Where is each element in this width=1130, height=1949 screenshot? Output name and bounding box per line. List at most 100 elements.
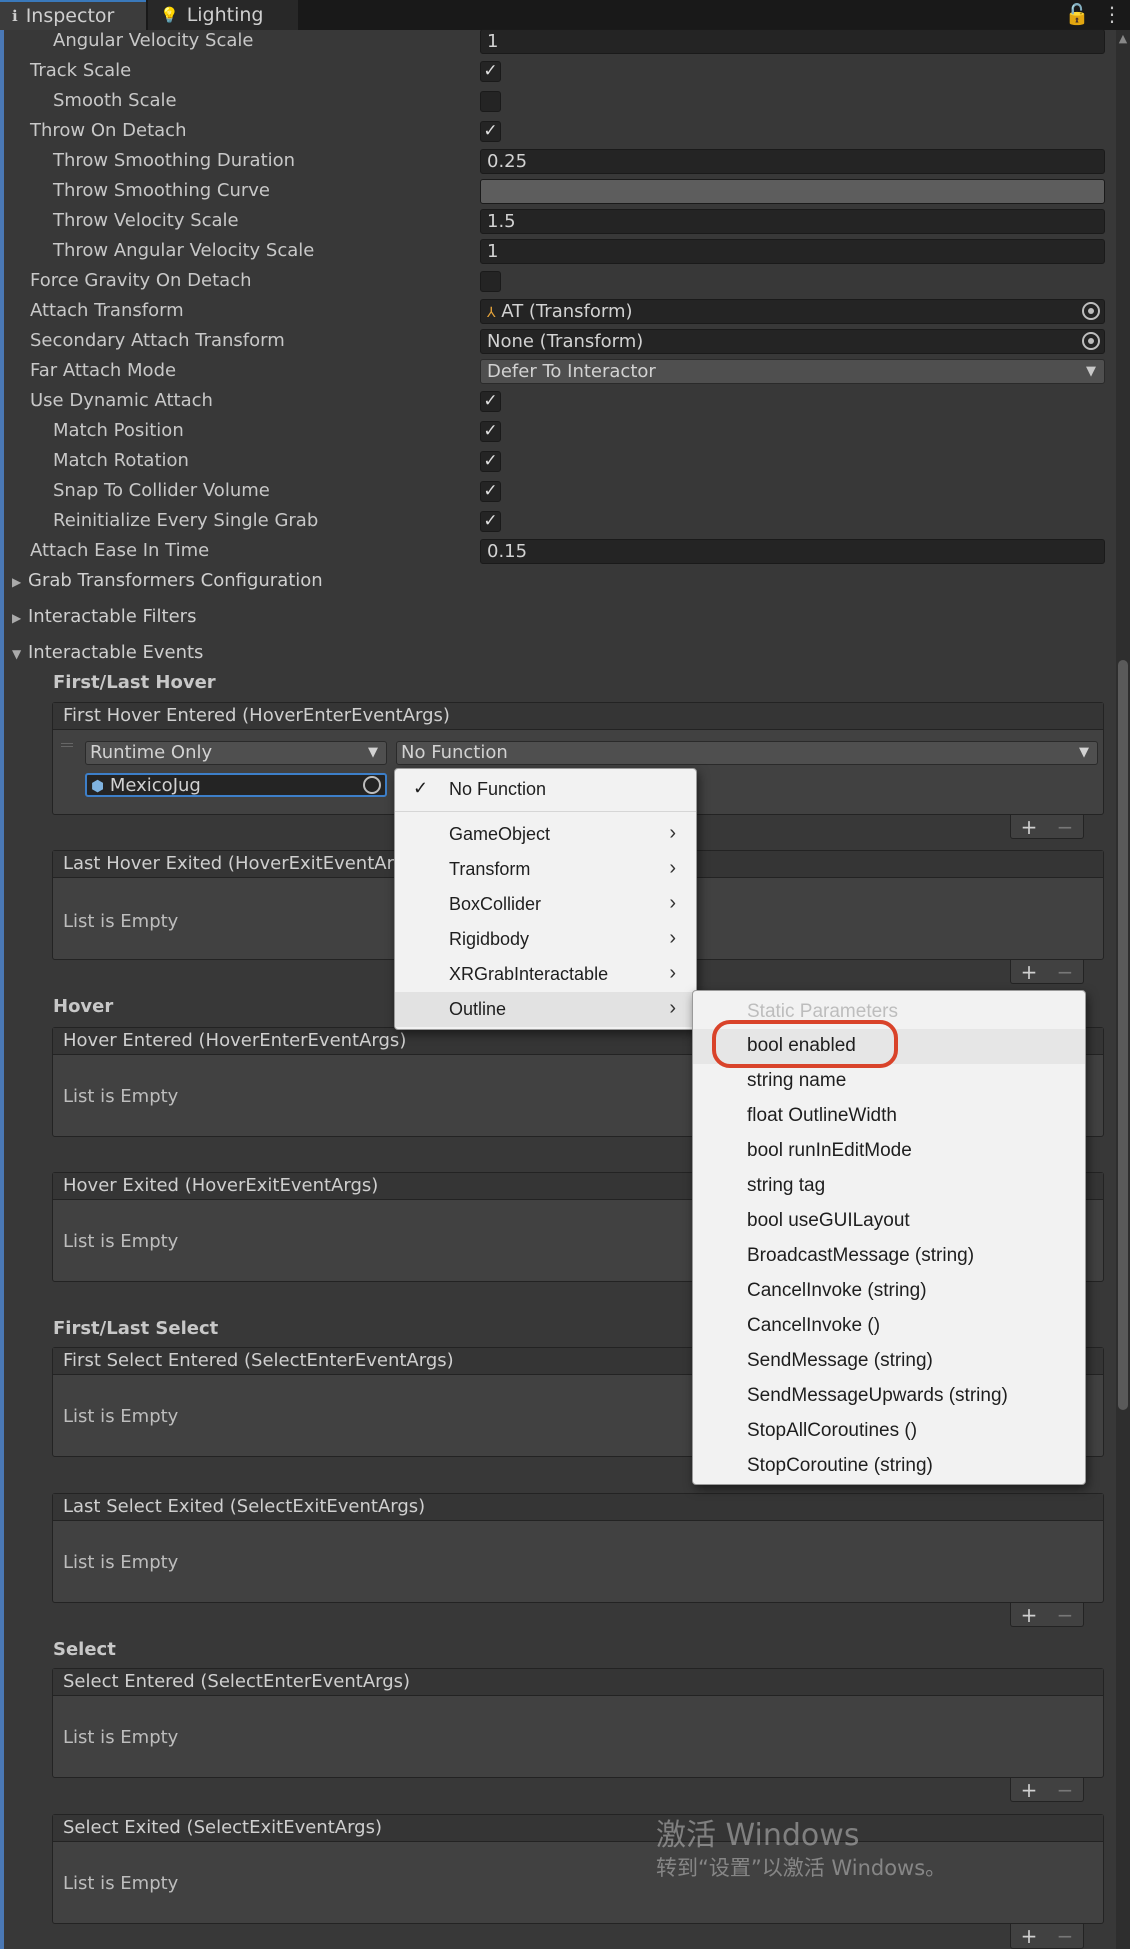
reinitialize-every-single-grab-checkbox[interactable]: ✓ [480,511,501,532]
secondary-attach-transform-label: Secondary Attach Transform [30,330,285,351]
kebab-menu-icon[interactable]: ⋮ [1102,2,1122,26]
submenu-item-stopallcoroutines[interactable]: StopAllCoroutines () [693,1414,1085,1449]
add-listener-button[interactable]: + [1021,1778,1038,1802]
throw-on-detach-checkbox[interactable]: ✓ [480,121,501,142]
add-listener-button[interactable]: + [1021,815,1038,839]
throw-angular-velocity-scale-field[interactable]: 1 [480,239,1105,264]
menu-item-transform[interactable]: Transform › [395,852,696,887]
submenu-item-float-outlinewidth[interactable]: float OutlineWidth [693,1099,1085,1134]
remove-listener-button[interactable]: − [1057,815,1074,839]
tab-inspector[interactable]: ℹ Inspector [0,0,146,30]
interactable-filters-label: Interactable Filters [28,606,197,627]
add-listener-button[interactable]: + [1021,960,1038,984]
throw-smoothing-duration-label: Throw Smoothing Duration [53,150,296,171]
submenu-item-cancelinvoke[interactable]: CancelInvoke () [693,1309,1085,1344]
scrollbar-thumb[interactable] [1118,660,1128,1410]
secondary-attach-transform-field[interactable]: None (Transform) [480,329,1105,354]
menu-item-xrgrabinteractable[interactable]: XRGrabInteractable › [395,957,696,992]
smooth-scale-checkbox[interactable] [480,91,501,112]
attach-transform-value: AT (Transform) [501,301,633,322]
submenu-item-stopcoroutine[interactable]: StopCoroutine (string) [693,1449,1085,1484]
remove-listener-button[interactable]: − [1057,960,1074,984]
menu-item-outline[interactable]: Outline › [395,992,696,1027]
match-position-label: Match Position [53,420,184,441]
select-entered-event: Select Entered (SelectEnterEventArgs) Li… [52,1668,1104,1778]
far-attach-mode-dropdown[interactable]: Defer To Interactor ▼ [480,359,1105,384]
event-header: Select Entered (SelectEnterEventArgs) [53,1669,1103,1696]
match-rotation-checkbox[interactable]: ✓ [480,451,501,472]
grab-transformers-foldout[interactable]: ▶ Grab Transformers Configuration [12,570,323,591]
object-picker-icon[interactable] [363,776,381,794]
throw-smoothing-duration-field[interactable]: 0.25 [480,149,1105,174]
activation-watermark-subtitle: 转到“设置”以激活 Windows。 [656,1856,947,1880]
object-picker-icon[interactable] [1082,332,1100,350]
use-dynamic-attach-checkbox[interactable]: ✓ [480,391,501,412]
interactable-filters-foldout[interactable]: ▶ Interactable Filters [12,606,196,627]
last-select-exited-event: Last Select Exited (SelectExitEventArgs)… [52,1493,1104,1603]
interactable-events-foldout[interactable]: ▼ Interactable Events [12,642,203,663]
function-dropdown[interactable]: No Function ▼ [396,741,1098,765]
tab-inspector-label: Inspector [25,5,115,27]
angular-velocity-scale-field[interactable]: 1 [480,29,1105,54]
submenu-item-string-name[interactable]: string name [693,1064,1085,1099]
hover-heading: Hover [53,996,114,1017]
throw-angular-velocity-scale-label: Throw Angular Velocity Scale [53,240,315,261]
remove-listener-button[interactable]: − [1057,1924,1074,1948]
track-scale-label: Track Scale [30,60,132,81]
menu-item-rigidbody[interactable]: Rigidbody › [395,922,696,957]
match-position-checkbox[interactable]: ✓ [480,421,501,442]
runtime-mode-dropdown[interactable]: Runtime Only ▼ [85,741,387,765]
far-attach-mode-value: Defer To Interactor [487,361,656,382]
remove-listener-button[interactable]: − [1057,1603,1074,1627]
attach-ease-in-time-label: Attach Ease In Time [30,540,210,561]
empty-list-text: List is Empty [63,1406,179,1427]
throw-smoothing-curve-field[interactable] [480,179,1105,204]
force-gravity-on-detach-label: Force Gravity On Detach [30,270,252,291]
chevron-right-icon: › [669,822,676,844]
submenu-item-cancelinvoke-string[interactable]: CancelInvoke (string) [693,1274,1085,1309]
chevron-right-icon: › [669,997,676,1019]
gameobject-cube-icon: ⬢ [91,777,105,795]
add-listener-button[interactable]: + [1021,1924,1038,1948]
target-object-value: MexicoJug [109,775,201,796]
throw-on-detach-label: Throw On Detach [30,120,187,141]
activation-watermark-title: 激活 Windows [656,1818,860,1853]
snap-to-collider-volume-checkbox[interactable]: ✓ [480,481,501,502]
submenu-item-bool-useguilayout[interactable]: bool useGUILayout [693,1204,1085,1239]
scroll-up-arrow-icon[interactable]: ▲ [1116,32,1130,46]
empty-list-text: List is Empty [63,1231,179,1252]
secondary-attach-transform-value: None (Transform) [487,331,644,352]
select-entered-list-buttons: + − [1010,1778,1084,1802]
menu-item-boxcollider[interactable]: BoxCollider › [395,887,696,922]
event-header: Select Exited (SelectExitEventArgs) [53,1815,1103,1842]
menu-item-gameobject[interactable]: GameObject › [395,817,696,852]
runtime-mode-value: Runtime Only [90,742,213,763]
function-menu: ✓ No Function GameObject › Transform › B… [394,768,697,1030]
select-heading: Select [53,1639,116,1660]
submenu-item-bool-runineditmode[interactable]: bool runInEditMode [693,1134,1085,1169]
chevron-right-icon: › [669,927,676,949]
empty-list-text: List is Empty [63,1873,179,1894]
checkmark-icon: ✓ [413,778,429,798]
empty-list-text: List is Empty [63,1086,179,1107]
throw-velocity-scale-field[interactable]: 1.5 [480,209,1105,234]
force-gravity-on-detach-checkbox[interactable] [480,271,501,292]
attach-ease-in-time-field[interactable]: 0.15 [480,539,1105,564]
last-select-exited-list-buttons: + − [1010,1603,1084,1627]
attach-transform-field[interactable]: ⅄ AT (Transform) [480,299,1105,324]
menu-item-no-function[interactable]: ✓ No Function [395,772,696,807]
submenu-item-sendmessageupwards[interactable]: SendMessageUpwards (string) [693,1379,1085,1414]
submenu-item-string-tag[interactable]: string tag [693,1169,1085,1204]
target-object-field[interactable]: ⬢ MexicoJug [85,773,387,797]
remove-listener-button[interactable]: − [1057,1778,1074,1802]
drag-handle-icon[interactable] [61,743,73,747]
track-scale-checkbox[interactable]: ✓ [480,61,501,82]
dropdown-caret-icon: ▼ [1086,364,1096,379]
submenu-item-broadcastmessage[interactable]: BroadcastMessage (string) [693,1239,1085,1274]
lock-icon[interactable]: 🔓 [1065,2,1090,26]
submenu-item-sendmessage[interactable]: SendMessage (string) [693,1344,1085,1379]
highlight-annotation-circle [712,1020,898,1068]
add-listener-button[interactable]: + [1021,1603,1038,1627]
tab-lighting[interactable]: 💡 Lighting [148,0,298,30]
object-picker-icon[interactable] [1082,302,1100,320]
